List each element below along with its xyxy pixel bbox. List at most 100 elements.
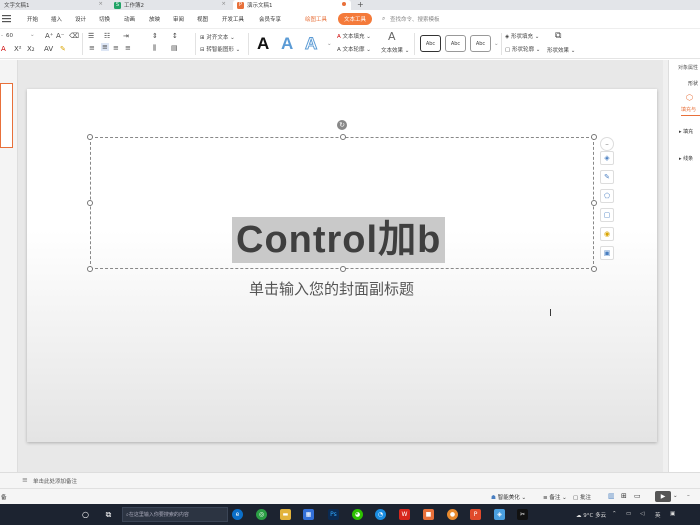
superscript-icon[interactable]: X² (14, 45, 22, 53)
wps-presentation-icon[interactable]: P (470, 509, 481, 520)
app-icon[interactable]: ◈ (494, 509, 505, 520)
task-view-icon[interactable]: ⧉ (103, 509, 114, 520)
notes-placeholder[interactable]: 单击此处添加备注 (33, 477, 77, 485)
notes-area[interactable]: ≡ 单击此处添加备注 (0, 472, 700, 488)
browser-icon[interactable]: ◔ (375, 509, 386, 520)
shape-fill-button[interactable]: ◈ 形状填充 ⌄ (505, 32, 539, 40)
chevron-down-icon[interactable]: ⌄ (30, 32, 35, 38)
text-style-outline[interactable]: A (304, 34, 317, 54)
distribute-icon[interactable]: ▤ (171, 44, 178, 52)
menu-transition[interactable]: 切换 (99, 15, 110, 23)
resize-handle[interactable] (87, 266, 93, 272)
play-slideshow-button[interactable]: ▶ (655, 491, 671, 502)
file-explorer-icon[interactable]: ▬ (280, 509, 291, 520)
weather-widget[interactable]: ☁ 9°C 多云 (576, 511, 606, 519)
text-style-black[interactable]: A (257, 34, 269, 54)
command-search[interactable]: 查找命令、搜索模板 (390, 15, 440, 23)
menu-home[interactable]: 开始 (27, 15, 38, 23)
text-outline-button[interactable]: A 文本轮廓 ⌄ (337, 45, 371, 53)
start-icon[interactable]: ○ (80, 509, 91, 520)
capcut-icon[interactable]: ✂ (517, 509, 528, 520)
reading-view-icon[interactable]: ▭ (634, 492, 641, 500)
font-size-dropdown[interactable]: 60 (6, 33, 13, 39)
shrink-font-icon[interactable]: A⁻ (56, 32, 64, 40)
subscript-icon[interactable]: X₂ (27, 45, 35, 53)
line-section[interactable]: ▸ 线条 (679, 155, 693, 162)
slide-subtitle[interactable]: 单击输入您的封面副标题 (249, 278, 414, 299)
store-icon[interactable]: ▦ (303, 509, 314, 520)
text-style-blue[interactable]: A (281, 34, 293, 54)
app-icon[interactable]: ● (447, 509, 458, 520)
chrome-icon[interactable]: ◎ (256, 509, 267, 520)
clear-format-icon[interactable]: ⌫ (69, 32, 79, 40)
play-options-dropdown[interactable]: ⌄ (673, 493, 678, 499)
font-color-icon[interactable]: A (1, 45, 6, 53)
menu-insert[interactable]: 插入 (51, 15, 62, 23)
smartart-button[interactable]: ⊟ 转智能图形 ⌄ (200, 45, 240, 53)
photoshop-icon[interactable]: Ps (328, 509, 339, 520)
grow-font-icon[interactable]: A⁺ (45, 32, 53, 40)
menu-drawing-tools[interactable]: 绘图工具 (305, 15, 327, 23)
shape-effect-button[interactable]: 形状效果 ⌄ (547, 46, 575, 54)
text-effect-button[interactable]: 文本效果 ⌄ (381, 46, 409, 54)
shape-style-2[interactable]: Abc (445, 35, 466, 52)
numbered-list-icon[interactable]: ☷ (104, 32, 110, 40)
shape-outline-button[interactable]: ▢ 形状轮廓 ⌄ (505, 45, 540, 53)
resize-handle[interactable] (591, 134, 597, 140)
panel-tab-fill-line[interactable]: 填充与 (681, 106, 696, 113)
resize-handle[interactable] (591, 200, 597, 206)
text-fill-button[interactable]: A 文本填充 ⌄ (337, 32, 371, 40)
tab-presentation[interactable]: P 演示文稿1 (233, 0, 351, 10)
lightbulb-icon[interactable]: ◉ (600, 227, 614, 241)
fill-section[interactable]: ▸ 填充 (679, 128, 693, 135)
resize-handle[interactable] (591, 266, 597, 272)
tray-app-icon[interactable]: ▣ (670, 511, 675, 517)
menu-slideshow[interactable]: 放映 (149, 15, 160, 23)
shape-style-1[interactable]: Abc (420, 35, 441, 52)
align-center-icon[interactable]: ≡ (101, 43, 109, 51)
columns-icon[interactable]: ⫼ (153, 44, 156, 53)
menu-developer[interactable]: 开发工具 (222, 15, 244, 23)
image-icon[interactable]: ▣ (600, 246, 614, 260)
align-left-icon[interactable]: ≡ (89, 44, 95, 52)
align-right-icon[interactable]: ≡ (113, 44, 119, 52)
bullet-list-icon[interactable]: ☰ (88, 32, 94, 40)
wechat-icon[interactable]: ◕ (352, 509, 363, 520)
resize-handle[interactable] (87, 200, 93, 206)
collapse-icon[interactable]: – (600, 137, 614, 151)
eraser-icon[interactable]: ⬠ (600, 189, 614, 203)
align-text-dropdown[interactable]: ⊞ 对齐文本 ⌄ (200, 33, 235, 41)
wps-icon[interactable]: W (399, 509, 410, 520)
hamburger-icon[interactable] (2, 15, 12, 23)
resize-handle[interactable] (340, 134, 346, 140)
zoom-out-button[interactable]: – (687, 493, 690, 499)
more-shape-styles-icon[interactable]: ⌄ (494, 41, 499, 47)
sorter-view-icon[interactable]: ⊞ (621, 492, 627, 500)
menu-text-tools[interactable]: 文本工具 (338, 13, 373, 25)
network-icon[interactable]: ▭ (626, 511, 631, 517)
rotate-icon[interactable]: ↻ (337, 120, 347, 130)
tray-arrow-icon[interactable]: ⌃ (612, 511, 617, 517)
volume-icon[interactable]: ◁ (640, 511, 644, 517)
char-spacing-icon[interactable]: AV (44, 45, 53, 53)
menu-animation[interactable]: 动画 (124, 15, 135, 23)
close-icon[interactable]: × (221, 1, 226, 7)
close-icon[interactable]: × (98, 1, 103, 7)
layers-icon[interactable]: ◈ (600, 151, 614, 165)
crop-icon[interactable]: ▢ (600, 208, 614, 222)
shape-style-3[interactable]: Abc (470, 35, 491, 52)
menu-member[interactable]: 会员专享 (259, 15, 281, 23)
edge-browser-icon[interactable]: e (232, 509, 243, 520)
text-direction-icon[interactable]: ↕ (172, 32, 178, 40)
normal-view-icon[interactable]: ▥ (608, 492, 615, 500)
comments-toggle-button[interactable]: ▢ 批注 (573, 493, 591, 501)
resize-handle[interactable] (340, 266, 346, 272)
line-spacing-icon[interactable]: ⇕ (152, 32, 158, 40)
indent-icon[interactable]: ⇥ (123, 32, 129, 40)
pen-icon[interactable]: ✎ (600, 170, 614, 184)
smart-beautify-button[interactable]: ☗ 智能美化 ⌄ (491, 493, 526, 501)
notes-toggle-button[interactable]: ≡ 备注 ⌄ (543, 493, 567, 501)
language-indicator[interactable]: 英 (655, 511, 661, 519)
slide-title[interactable]: Control加b (232, 217, 446, 263)
resize-handle[interactable] (87, 134, 93, 140)
